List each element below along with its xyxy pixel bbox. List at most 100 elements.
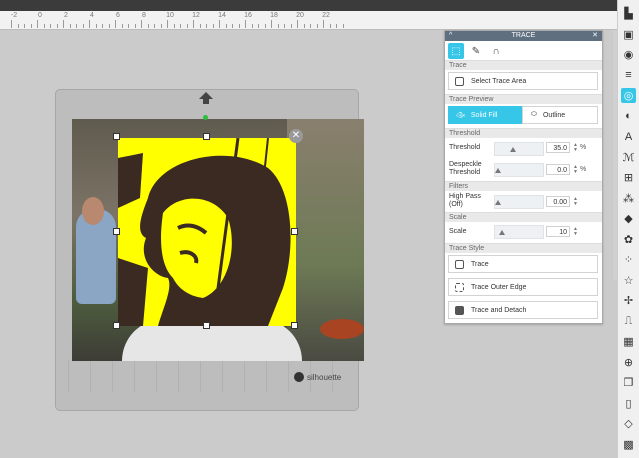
despeckle-slider-thumb[interactable] <box>495 168 501 173</box>
layers-icon[interactable]: ❒ <box>621 375 636 390</box>
rotation-handle[interactable] <box>203 115 208 120</box>
ruler-tick <box>82 24 84 28</box>
despeckle-slider[interactable] <box>494 163 544 177</box>
eyedropper-icon[interactable]: ✎ <box>468 43 484 59</box>
outline-button[interactable]: ⬭ Outline <box>522 106 598 124</box>
pixscan-icon[interactable]: ▣ <box>621 27 636 42</box>
align-icon[interactable]: ⊞ <box>621 170 636 185</box>
threshold-slider[interactable] <box>494 142 544 156</box>
highpass-slider[interactable] <box>494 195 544 209</box>
horizontal-ruler: -2 0 2 4 6 8 10 12 14 16 18 20 22 <box>0 11 617 30</box>
scale-input[interactable]: 10 <box>546 226 570 237</box>
trace-and-detach-button[interactable]: Trace and Detach <box>448 301 598 319</box>
ruler-label: 22 <box>322 12 330 19</box>
transform-icon[interactable]: ⎍ <box>621 314 636 329</box>
trace-preview-area[interactable] <box>118 138 296 326</box>
star-icon[interactable]: ☆ <box>621 273 636 288</box>
threshold-slider-thumb[interactable] <box>510 147 516 152</box>
ruler-tick <box>160 24 162 28</box>
ruler-tick <box>290 24 292 28</box>
ruler-tick <box>17 24 19 28</box>
selection-handle-right[interactable] <box>291 228 298 235</box>
trace-outer-edge-icon <box>455 282 464 292</box>
ruler-tick <box>76 24 77 28</box>
scale-slider[interactable] <box>494 225 544 239</box>
collapse-panel-button[interactable]: ^ <box>449 31 452 41</box>
select-trace-area-button[interactable]: Select Trace Area <box>448 72 598 90</box>
ruler-tick <box>56 24 58 28</box>
trace-tool-icon[interactable]: ⬚ <box>448 43 464 59</box>
selection-handle-left[interactable] <box>113 228 120 235</box>
highpass-input[interactable]: 0.00 <box>546 196 570 207</box>
panel-titlebar[interactable]: ^ TRACE ✕ <box>445 31 602 41</box>
offset-icon[interactable]: ◐ <box>621 109 636 124</box>
despeckle-stepper[interactable]: ▲ ▼ <box>573 165 579 175</box>
magnet-icon[interactable]: ∩ <box>488 43 504 59</box>
replicate-icon[interactable]: ⁂ <box>621 191 636 206</box>
ruler-label: 14 <box>218 12 226 19</box>
page-setup-icon[interactable]: ▙ <box>621 6 636 21</box>
modify-icon[interactable]: ◆ <box>621 211 636 226</box>
silhouette-logo-icon <box>294 372 304 382</box>
store-icon[interactable]: ▯ <box>621 396 636 411</box>
ruler-tick <box>232 24 233 28</box>
scale-stepper[interactable]: ▲ ▼ <box>573 227 579 237</box>
ruler-label: 10 <box>166 12 174 19</box>
threshold-input[interactable]: 35.0 <box>546 142 570 153</box>
threshold-stepper[interactable]: ▲ ▼ <box>573 143 579 153</box>
ruler-label: 16 <box>244 12 252 19</box>
close-trace-area-button[interactable]: ✕ <box>289 129 303 143</box>
ruler-label: 12 <box>192 12 200 19</box>
ruler-tick <box>69 24 71 28</box>
rhinestone-icon[interactable]: ⁘ <box>621 252 636 267</box>
sketch-icon[interactable]: ℳ <box>621 150 636 165</box>
trace-button[interactable]: Trace <box>448 255 598 273</box>
fill-color-icon[interactable]: ◉ <box>621 47 636 62</box>
ruler-tick <box>303 24 305 28</box>
close-panel-button[interactable]: ✕ <box>592 31 598 41</box>
ruler-tick <box>43 24 45 28</box>
fish-solid-icon: 🐟︎ <box>456 112 465 119</box>
trace-outer-edge-button[interactable]: Trace Outer Edge <box>448 278 598 296</box>
feed-direction-arrow-icon <box>199 92 213 99</box>
selection-handle-tl[interactable] <box>113 133 120 140</box>
highpass-slider-thumb[interactable] <box>495 200 501 205</box>
ruler-tick <box>102 24 103 28</box>
trace-outer-edge-label: Trace Outer Edge <box>471 283 527 291</box>
ruler-tick <box>108 24 110 28</box>
outline-label: Outline <box>542 111 566 119</box>
trace-panel-icon[interactable]: ◎ <box>621 88 636 103</box>
selection-handle-top[interactable] <box>203 133 210 140</box>
despeckle-input[interactable]: 0.0 <box>546 164 570 175</box>
right-toolbar: ▙ ▣ ◉ ≡ ◎ ◐ A ℳ ⊞ ⁂ ◆ ✿ ⁘ ☆ ✢ ⎍ ▦ ⊕ ❒ ▯ ◇ ▩ <box>617 0 639 458</box>
despeckle-label-line2: Threshold <box>449 169 481 176</box>
ruler-label: -2 <box>10 12 18 19</box>
line-style-icon[interactable]: ≡ <box>621 68 636 83</box>
scale-slider-thumb[interactable] <box>499 230 505 235</box>
ruler-tick <box>316 24 318 28</box>
warp-icon[interactable]: ▩ <box>621 437 636 452</box>
ruler-tick <box>271 20 272 28</box>
selection-handle-br[interactable] <box>291 322 298 329</box>
selection-handle-bottom[interactable] <box>203 322 210 329</box>
ruler-tick <box>173 24 175 28</box>
puzzle-icon[interactable]: ✢ <box>621 293 636 308</box>
ruler-tick <box>193 20 194 28</box>
text-style-icon[interactable]: A <box>621 129 636 144</box>
highpass-stepper[interactable]: ▲ ▼ <box>573 197 579 207</box>
fold-icon[interactable]: ◇ <box>621 416 636 431</box>
ruler-tick <box>297 20 298 28</box>
library-icon[interactable]: ✿ <box>621 232 636 247</box>
ruler-tick <box>180 24 181 28</box>
solid-fill-button[interactable]: 🐟︎ Solid Fill <box>448 106 522 124</box>
solid-fill-label: Solid Fill <box>470 111 498 119</box>
send-icon[interactable]: ⊕ <box>621 355 636 370</box>
photo-face-left <box>82 197 104 225</box>
ruler-tick <box>310 24 311 28</box>
pattern-icon[interactable]: ▦ <box>621 334 636 349</box>
ruler-tick <box>30 24 32 28</box>
trace-preview-shape <box>118 138 291 326</box>
selection-handle-bl[interactable] <box>113 322 120 329</box>
ruler-tick <box>199 24 201 28</box>
despeckle-label: Despeckle Threshold <box>449 161 482 177</box>
